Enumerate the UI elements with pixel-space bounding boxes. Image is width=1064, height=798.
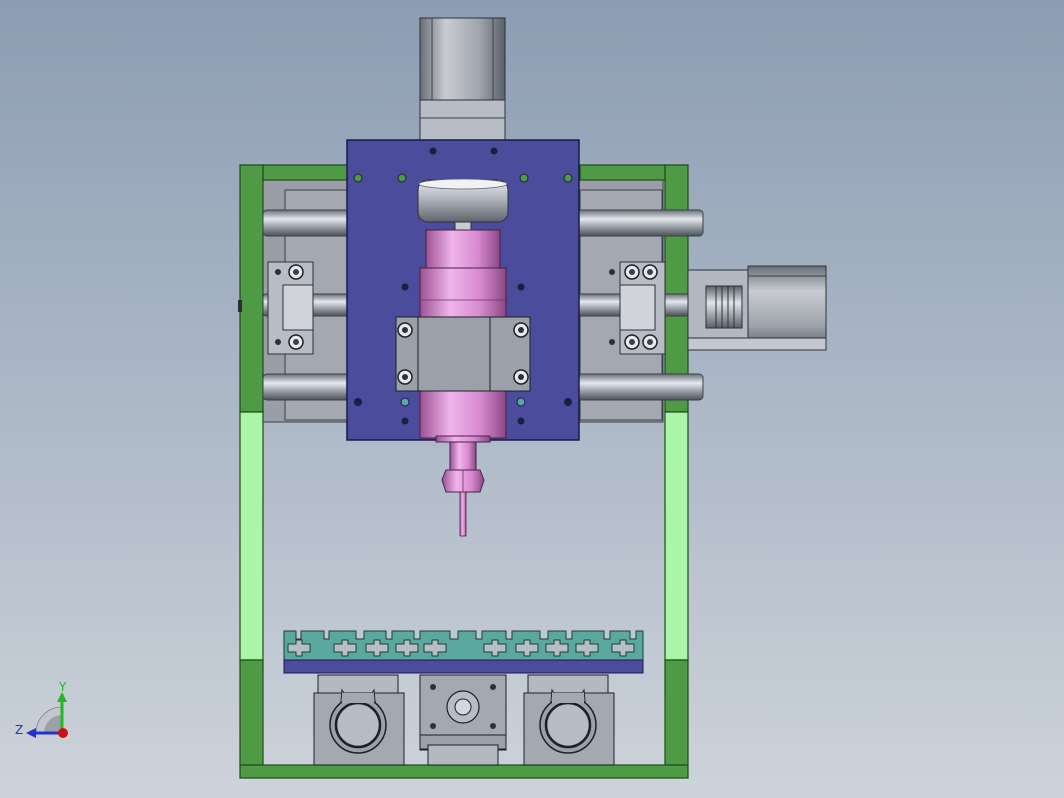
bolt-icon: [490, 684, 496, 690]
frame-left-post-lower[interactable]: [239, 659, 264, 766]
frame-top-beam-right[interactable]: [579, 164, 666, 181]
hole-icon: [354, 398, 362, 406]
z-axis-stepper-motor[interactable]: [419, 17, 506, 143]
hole-icon: [517, 417, 525, 425]
shaft-coupler[interactable]: [705, 285, 743, 329]
frame-top-beam-left[interactable]: [262, 164, 349, 181]
hole-icon: [516, 397, 526, 407]
hole-icon: [400, 397, 410, 407]
cad-model-view[interactable]: Y Z: [0, 0, 1064, 798]
hole-icon: [397, 173, 407, 183]
hole-icon: [429, 147, 437, 155]
triad-z-label: Z: [15, 723, 23, 737]
lead-screw-end: [238, 300, 242, 312]
bolt-icon: [490, 723, 496, 729]
frame-right-post-lower[interactable]: [664, 659, 689, 766]
y-linear-bearing-left[interactable]: [313, 674, 405, 766]
spindle-clamp[interactable]: [395, 316, 531, 392]
hole-icon: [353, 173, 363, 183]
cutting-bit: [459, 491, 467, 537]
y-lead-screw-nut[interactable]: [419, 674, 507, 766]
x-axis-stepper-motor[interactable]: [687, 265, 827, 351]
hole-icon: [490, 147, 498, 155]
cad-viewport[interactable]: Y Z: [0, 0, 1064, 798]
frame-right-post-light[interactable]: [664, 411, 689, 661]
table-base-plate: [283, 659, 644, 674]
hole-icon: [401, 417, 409, 425]
left-bearing-block[interactable]: [267, 261, 314, 355]
origin-dot-icon: [58, 728, 68, 738]
t-slot-table[interactable]: [283, 630, 644, 674]
bolt-icon: [430, 723, 436, 729]
hole-icon: [517, 283, 525, 291]
hole-icon: [563, 173, 573, 183]
bolt-icon: [430, 684, 436, 690]
spindle-body-upper: [425, 229, 501, 271]
hole-icon: [401, 283, 409, 291]
frame-left-post-upper[interactable]: [239, 164, 264, 413]
hole-icon: [564, 398, 572, 406]
frame-bottom-beam[interactable]: [239, 764, 689, 779]
triad-y-label: Y: [58, 680, 67, 694]
hole-icon: [519, 173, 529, 183]
frame-left-post-light[interactable]: [239, 411, 264, 661]
y-linear-bearing-right[interactable]: [523, 674, 615, 766]
